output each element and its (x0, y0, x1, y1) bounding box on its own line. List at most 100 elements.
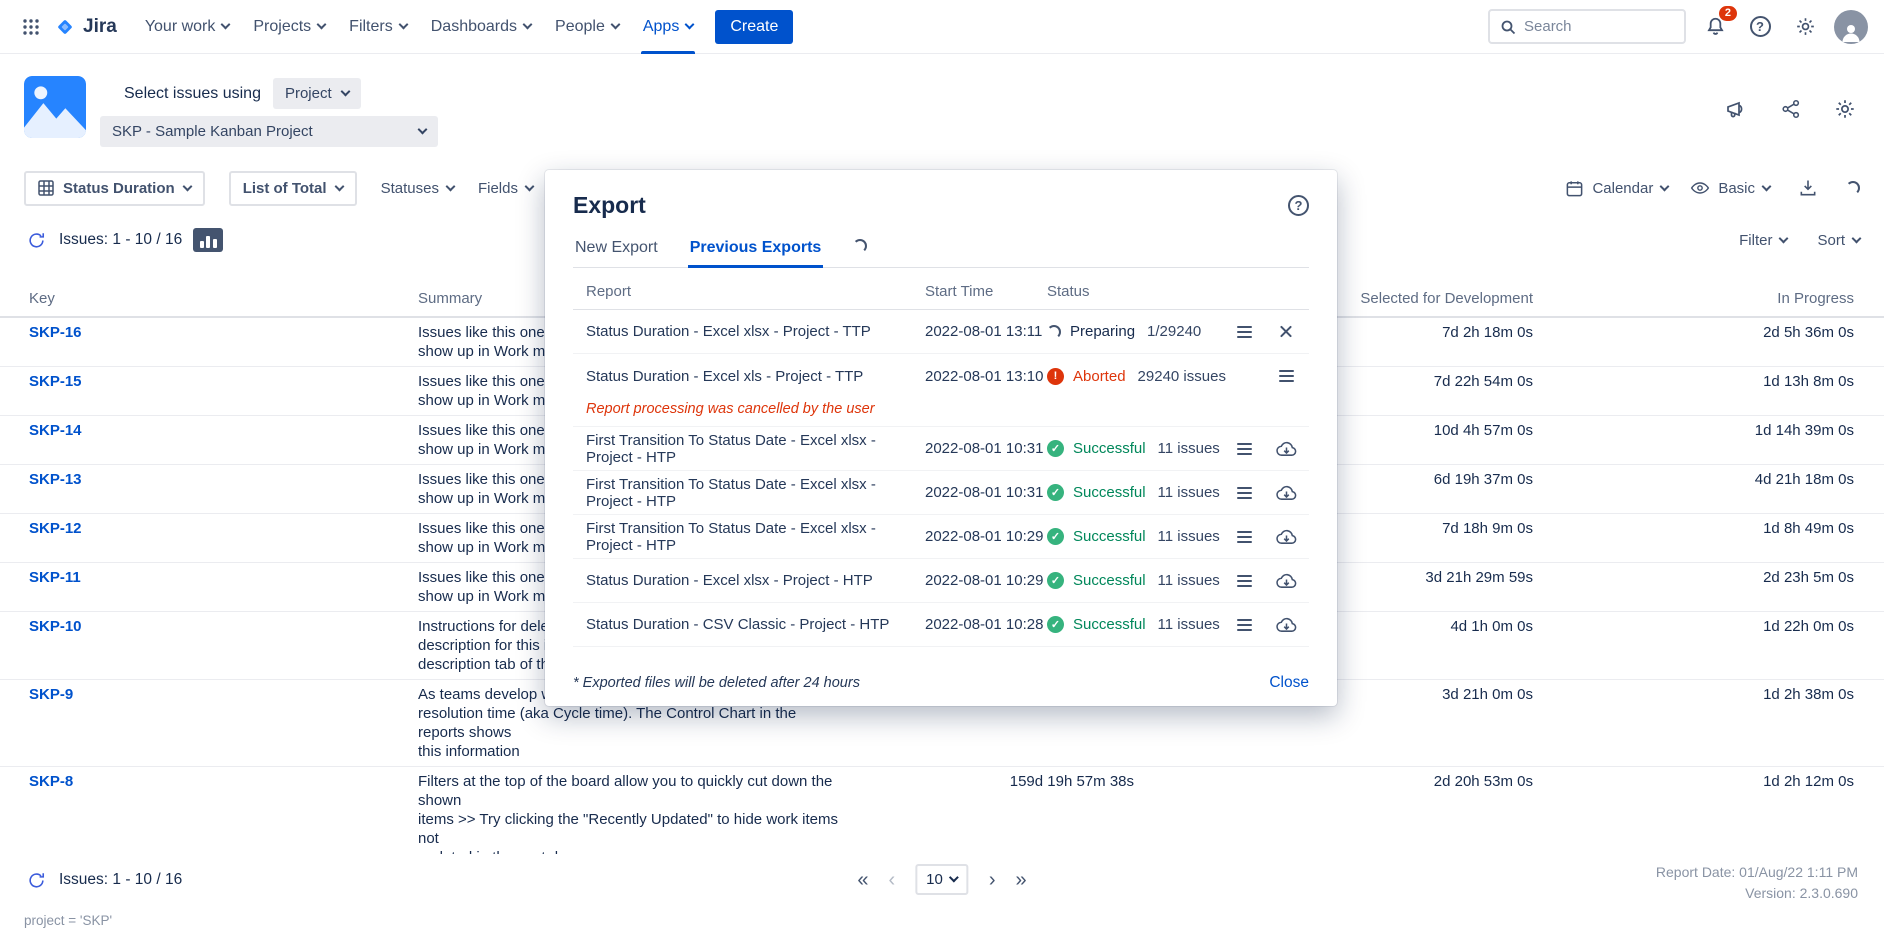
issue-key-link[interactable]: SKP-14 (29, 422, 82, 439)
menu-icon (1237, 619, 1252, 631)
column-header-key[interactable]: Key (29, 282, 418, 316)
search-input[interactable] (1524, 18, 1664, 35)
export-start-time: 2022-08-01 13:10 (925, 368, 1047, 385)
close-icon (1279, 324, 1294, 339)
report-settings-button[interactable] (1832, 96, 1858, 122)
chevron-down-icon (523, 20, 533, 30)
export-details-button[interactable] (1229, 610, 1259, 640)
column-header-in-progress[interactable]: In Progress (1533, 282, 1854, 316)
issue-key-link[interactable]: SKP-13 (29, 471, 82, 488)
feedback-button[interactable] (1724, 96, 1750, 122)
issue-key-link[interactable]: SKP-9 (29, 686, 73, 703)
help-icon: ? (1750, 16, 1771, 37)
report-type-dropdown[interactable]: Status Duration (24, 171, 205, 206)
nav-item-dashboards[interactable]: Dashboards (419, 0, 543, 54)
issue-key-link[interactable]: SKP-11 (29, 569, 81, 586)
project-dropdown[interactable]: SKP - Sample Kanban Project (100, 116, 438, 147)
page-size-select[interactable]: 10 (915, 864, 969, 895)
issue-duration: 2d 5h 36m 0s (1533, 318, 1854, 366)
dialog-help-button[interactable]: ? (1288, 195, 1309, 216)
export-cancel-button[interactable] (1271, 317, 1301, 347)
cloud-download-icon (1276, 484, 1297, 501)
nav-item-filters[interactable]: Filters (337, 0, 419, 54)
page-footer: Issues: 1 - 10 / 16 « ‹ 10 › » Report Da… (0, 854, 1884, 934)
export-details-button[interactable] (1229, 434, 1259, 464)
fields-dropdown[interactable]: Fields (478, 180, 533, 197)
dialog-title: Export (573, 192, 646, 219)
issue-key-link[interactable]: SKP-15 (29, 373, 82, 390)
select-issues-label: Select issues using (124, 85, 261, 103)
export-details-button[interactable] (1229, 522, 1259, 552)
jira-logo[interactable]: Jira (54, 16, 117, 38)
chart-toggle-button[interactable] (193, 228, 223, 252)
nav-item-your-work[interactable]: Your work (133, 0, 242, 54)
export-error-note: Report processing was cancelled by the u… (573, 398, 1309, 427)
app-switcher-button[interactable] (14, 10, 48, 44)
chevron-down-icon (610, 20, 620, 30)
nav-item-projects[interactable]: Projects (241, 0, 337, 54)
tab-new-export[interactable]: New Export (573, 231, 660, 267)
refresh-button[interactable] (24, 228, 48, 252)
issue-key-link[interactable]: SKP-8 (29, 773, 73, 790)
export-status-detail: 11 issues (1158, 528, 1220, 545)
success-icon: ✓ (1047, 572, 1064, 589)
export-report-name: First Transition To Status Date - Excel … (573, 520, 925, 554)
share-button[interactable] (1778, 96, 1804, 122)
export-table-header: Report Start Time Status (573, 274, 1309, 310)
user-avatar[interactable] (1834, 10, 1868, 44)
bar-chart-icon (200, 241, 204, 248)
issue-key-link[interactable]: SKP-16 (29, 324, 82, 341)
select-mode-dropdown[interactable]: Project (273, 78, 361, 109)
sort-dropdown[interactable]: Sort (1817, 232, 1860, 249)
nav-item-apps[interactable]: Apps (631, 0, 705, 54)
tab-previous-exports[interactable]: Previous Exports (688, 231, 824, 267)
pagination: « ‹ 10 › » (857, 864, 1026, 895)
table-grid-icon (38, 180, 54, 196)
export-details-button[interactable] (1229, 317, 1259, 347)
refresh-button[interactable] (24, 868, 48, 892)
next-page-button[interactable]: › (989, 870, 996, 890)
close-button[interactable]: Close (1269, 674, 1309, 692)
export-status-label: Successful (1073, 616, 1146, 633)
notifications-button[interactable]: 2 (1699, 11, 1731, 43)
issue-duration: 1d 13h 8m 0s (1533, 367, 1854, 415)
export-download-button[interactable] (1271, 610, 1301, 640)
issue-key-link[interactable]: SKP-10 (29, 618, 82, 635)
export-start-time: 2022-08-01 10:31 (925, 484, 1047, 501)
export-download-button[interactable] (1271, 566, 1301, 596)
toolbar-right: Calendar Basic (1565, 172, 1860, 204)
export-button[interactable] (1792, 172, 1824, 204)
export-row: Status Duration - CSV Classic - Project … (573, 603, 1309, 647)
jql-query-text: project = 'SKP' (24, 913, 112, 928)
issues-count-text: Issues: 1 - 10 / 16 (59, 231, 182, 249)
first-page-button[interactable]: « (857, 870, 868, 890)
nav-item-people[interactable]: People (543, 0, 631, 54)
create-button[interactable]: Create (715, 10, 793, 44)
export-download-button[interactable] (1271, 434, 1301, 464)
export-download-button[interactable] (1271, 478, 1301, 508)
export-report-name: Status Duration - CSV Classic - Project … (573, 616, 925, 633)
export-details-button[interactable] (1229, 478, 1259, 508)
settings-button[interactable] (1789, 11, 1821, 43)
export-row: Status Duration - Excel xls - Project - … (573, 354, 1309, 398)
export-details-button[interactable] (1229, 566, 1259, 596)
picture-icon (24, 76, 86, 138)
list-of-dropdown[interactable]: List of Total (229, 171, 357, 206)
export-details-button[interactable] (1271, 361, 1301, 391)
help-button[interactable]: ? (1744, 11, 1776, 43)
export-report-name: First Transition To Status Date - Excel … (573, 476, 925, 510)
view-mode-dropdown[interactable]: Basic (1690, 178, 1770, 198)
export-status-label: Successful (1073, 572, 1146, 589)
search-box[interactable] (1488, 9, 1686, 44)
statuses-dropdown[interactable]: Statuses (381, 180, 454, 197)
calendar-dropdown[interactable]: Calendar (1565, 179, 1668, 198)
search-icon (1500, 19, 1516, 35)
filter-dropdown[interactable]: Filter (1739, 232, 1787, 249)
export-status-label: Aborted (1073, 368, 1126, 385)
issue-key-link[interactable]: SKP-12 (29, 520, 82, 537)
column-header-status: Status (1047, 274, 1229, 309)
last-page-button[interactable]: » (1016, 870, 1027, 890)
previous-page-button[interactable]: ‹ (888, 870, 895, 890)
export-download-button[interactable] (1271, 522, 1301, 552)
success-icon: ✓ (1047, 616, 1064, 633)
